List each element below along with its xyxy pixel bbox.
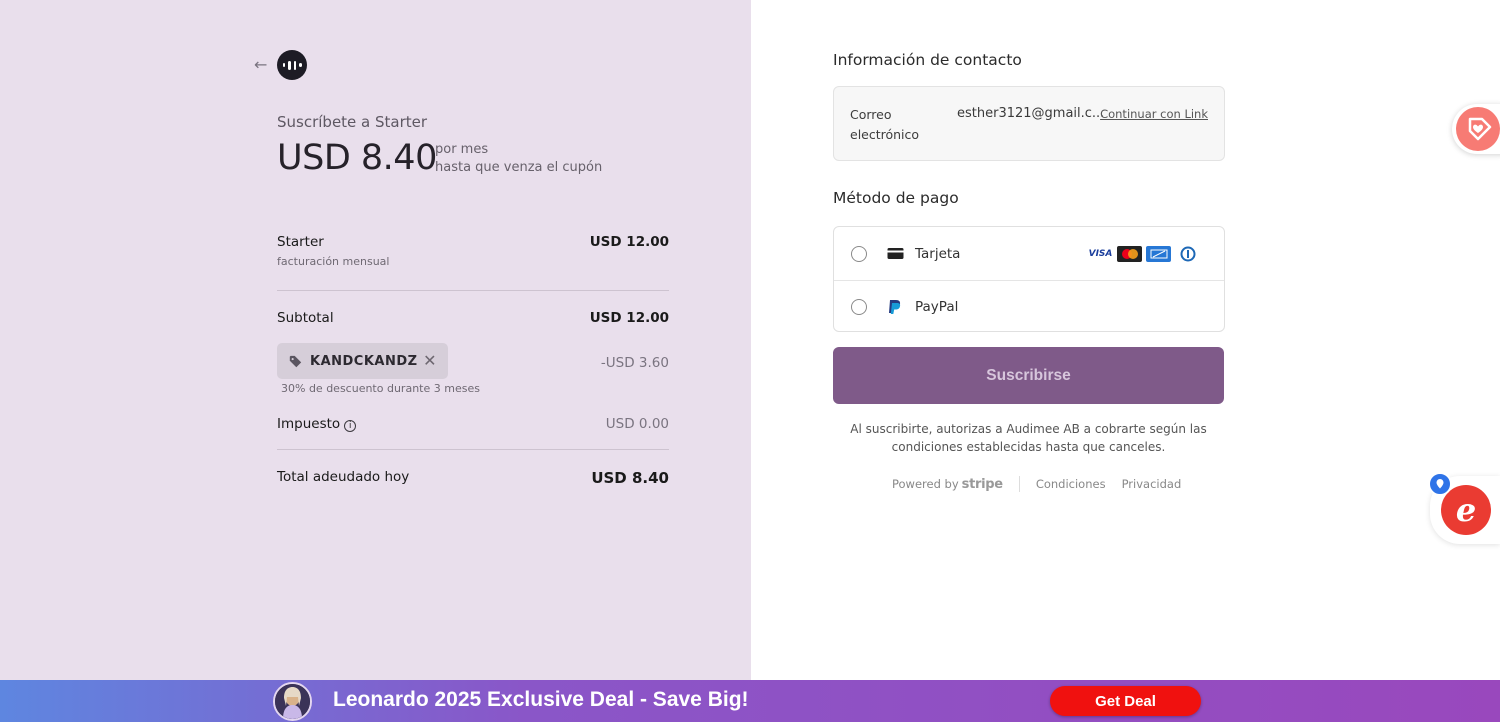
paypal-icon — [889, 299, 901, 314]
stripe-logo[interactable]: stripe — [962, 477, 1003, 492]
contact-heading: Información de contacto — [833, 51, 1022, 69]
contact-box: Correo electrónico esther3121@gmail.c...… — [833, 86, 1225, 161]
pin-badge-icon — [1428, 472, 1452, 496]
mastercard-logo-icon — [1117, 245, 1142, 262]
price-period-line1: por mes — [435, 142, 489, 157]
card-label: Tarjeta — [915, 245, 961, 262]
card-brands: VISA — [1088, 245, 1200, 262]
remove-coupon-icon[interactable]: ✕ — [423, 351, 437, 370]
email-label-line1: Correo — [850, 107, 892, 122]
divider — [277, 290, 669, 291]
extension-e-widget[interactable]: e — [1428, 472, 1500, 544]
visa-logo-icon: VISA — [1088, 248, 1113, 259]
price-period-line2: hasta que venza el cupón — [435, 160, 603, 175]
coupon-code: KANDCKANDZ — [310, 353, 418, 369]
promo-banner: Leonardo 2025 Exclusive Deal - Save Big!… — [0, 680, 1500, 722]
plan-price: USD 12.00 — [589, 234, 669, 250]
tag-icon — [289, 355, 302, 367]
tax-label: Impuesto — [277, 416, 341, 432]
subscribe-button[interactable]: Suscribirse — [833, 347, 1224, 404]
payment-method-paypal[interactable]: PayPal — [834, 280, 1224, 333]
continue-with-link[interactable]: Continuar con Link — [1100, 107, 1208, 121]
coupon-extension-widget[interactable] — [1452, 104, 1500, 154]
coupon-discount: -USD 3.60 — [600, 355, 669, 371]
total-label: Total adeudado hoy — [277, 469, 410, 485]
payment-method-card[interactable]: Tarjeta VISA — [834, 227, 1224, 280]
separator — [1018, 476, 1020, 492]
paypal-radio[interactable] — [851, 299, 867, 315]
info-icon[interactable]: i — [344, 420, 357, 432]
privacy-link[interactable]: Privacidad — [1122, 477, 1182, 491]
footer-links: Powered by stripe Condiciones Privacidad — [892, 476, 1181, 492]
payment-heading: Método de pago — [833, 189, 959, 207]
email-label-line2: electrónico — [850, 127, 920, 142]
amex-logo-icon — [1146, 245, 1171, 262]
total-value: USD 8.40 — [591, 469, 669, 487]
tax-row: Impuesto i USD 0.00 — [277, 416, 669, 432]
subtotal-row: Subtotal USD 12.00 — [277, 310, 669, 326]
order-summary-panel: ← Suscríbete a Starter USD 8.40 por mes … — [0, 0, 751, 680]
paypal-label: PayPal — [915, 299, 959, 315]
coupon-description: 30% de descuento durante 3 meses — [281, 382, 480, 395]
heart-tag-icon — [1456, 107, 1500, 151]
price: USD 8.40 — [277, 138, 437, 178]
subscribe-title: Suscríbete a Starter — [277, 113, 428, 131]
get-deal-button[interactable]: Get Deal — [1050, 686, 1201, 716]
audimee-logo — [277, 50, 307, 80]
payment-methods: Tarjeta VISA PayPal — [833, 226, 1225, 332]
plan-billing: facturación mensual — [277, 255, 390, 268]
banner-text: Leonardo 2025 Exclusive Deal - Save Big! — [333, 688, 749, 711]
email-field[interactable]: esther3121@gmail.c... — [957, 106, 1104, 121]
total-row: Total adeudado hoy USD 8.40 — [277, 469, 669, 487]
leonardo-avatar — [273, 682, 312, 721]
powered-by: Powered by — [892, 477, 959, 491]
back-arrow-icon[interactable]: ← — [254, 56, 272, 74]
email-label: Correo electrónico — [850, 105, 940, 145]
diners-logo-icon — [1175, 246, 1200, 262]
price-period: por mes hasta que venza el cupón — [435, 141, 602, 177]
subtotal-label: Subtotal — [277, 310, 334, 326]
plan-name: Starter — [277, 234, 324, 250]
subtotal-value: USD 12.00 — [589, 310, 669, 326]
tax-value: USD 0.00 — [605, 416, 669, 432]
card-radio[interactable] — [851, 245, 867, 262]
terms-text: Al suscribirte, autorizas a Audimee AB a… — [850, 422, 1207, 454]
coupon-chip: KANDCKANDZ ✕ — [277, 343, 448, 379]
divider — [277, 449, 669, 450]
credit-card-icon — [887, 248, 904, 259]
terms-link[interactable]: Condiciones — [1036, 477, 1106, 491]
plan-row: Starter USD 12.00 facturación mensual — [277, 234, 669, 268]
